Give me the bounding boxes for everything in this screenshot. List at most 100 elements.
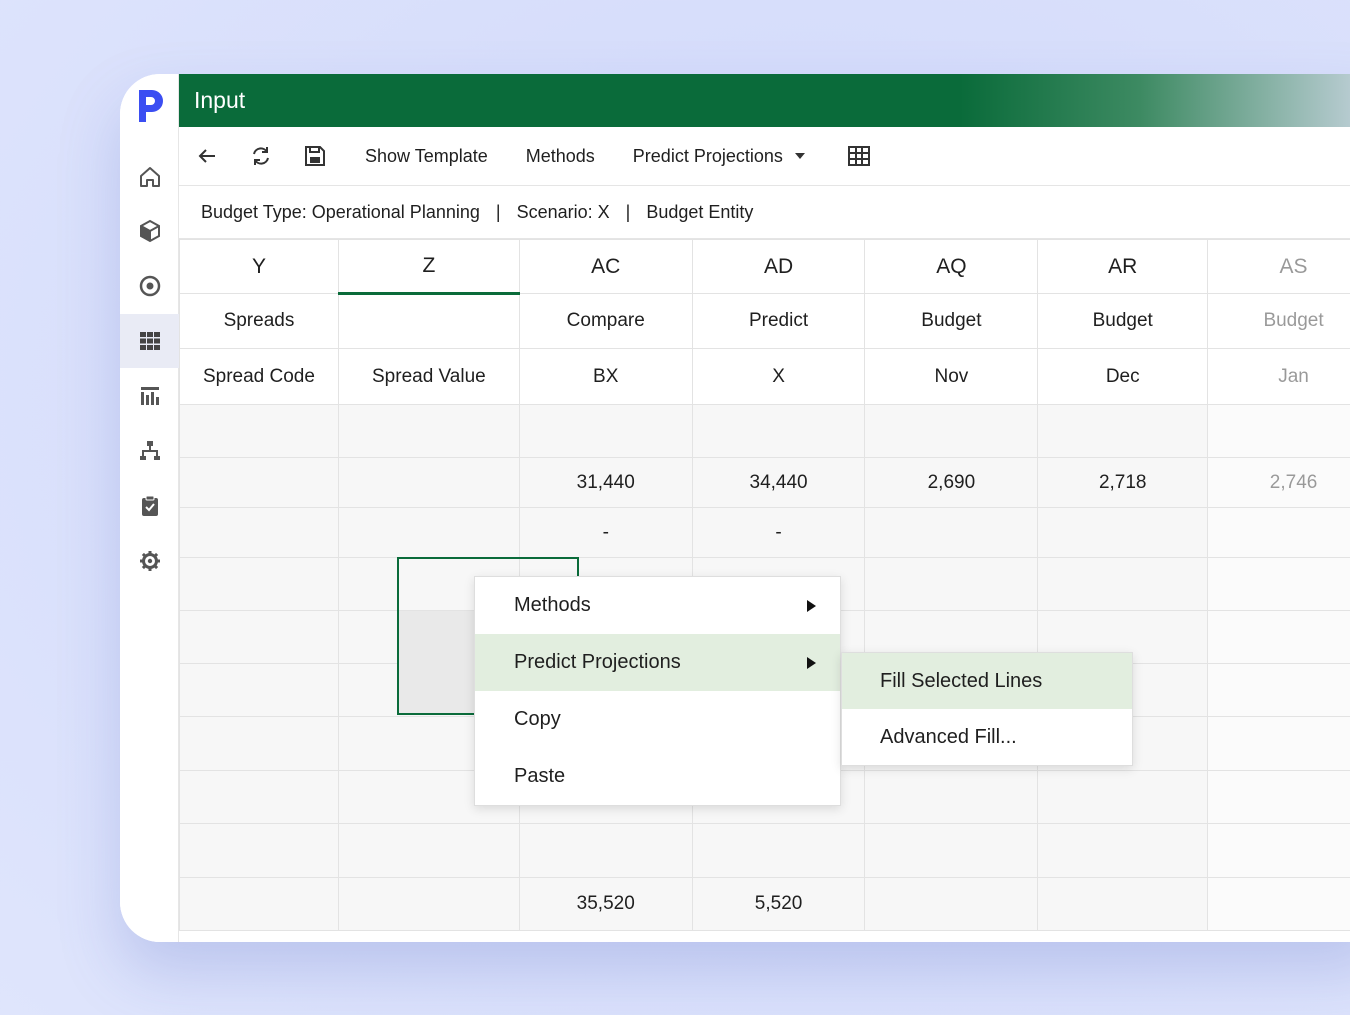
table-cell[interactable]: AC	[518, 239, 693, 294]
table-cell[interactable]: Predict	[691, 293, 866, 349]
table-cell[interactable]	[179, 404, 339, 458]
table-cell[interactable]	[337, 404, 520, 458]
table-cell[interactable]: 31,440	[518, 457, 693, 508]
table-cell[interactable]	[337, 877, 520, 931]
table-cell[interactable]: 2,746	[1207, 457, 1350, 508]
predict-projections-dropdown[interactable]: Predict Projections	[633, 146, 805, 167]
table-cell[interactable]	[864, 877, 1039, 931]
table-cell[interactable]	[1207, 770, 1350, 824]
table-cell[interactable]	[518, 823, 693, 878]
table-cell[interactable]: X	[691, 348, 866, 405]
table-cell[interactable]	[1037, 507, 1209, 558]
table-cell[interactable]: Jan	[1207, 348, 1350, 405]
table-cell[interactable]: Dec	[1037, 348, 1209, 405]
table-cell[interactable]	[1037, 770, 1209, 824]
table-cell[interactable]	[179, 507, 339, 558]
table-cell[interactable]: 35,520	[518, 877, 693, 931]
table-cell[interactable]: 2,718	[1037, 457, 1209, 508]
refresh-icon[interactable]	[249, 144, 273, 168]
table-cell[interactable]	[1207, 507, 1350, 558]
table-cell[interactable]	[864, 823, 1039, 878]
menu-item-predict-projections[interactable]: Predict Projections	[475, 634, 840, 691]
table-cell[interactable]	[864, 770, 1039, 824]
table-cell[interactable]: AQ	[864, 239, 1039, 294]
table-cell[interactable]: Budget	[1207, 293, 1350, 349]
table-cell[interactable]	[337, 507, 520, 558]
table-cell[interactable]	[1037, 557, 1209, 611]
menu-item-paste[interactable]: Paste	[475, 748, 840, 805]
table-cell[interactable]	[1207, 404, 1350, 458]
menu-item-label: Advanced Fill...	[880, 725, 1017, 748]
table-cell[interactable]	[1037, 877, 1209, 931]
table-cell[interactable]	[179, 457, 339, 508]
save-icon[interactable]	[303, 144, 327, 168]
table-cell[interactable]: AD	[691, 239, 866, 294]
table-cell[interactable]: Budget	[864, 293, 1039, 349]
report-icon[interactable]	[120, 369, 179, 423]
table-cell[interactable]: Nov	[864, 348, 1039, 405]
table-cell[interactable]	[1037, 823, 1209, 878]
table-row	[179, 823, 1350, 878]
table-cell[interactable]	[179, 716, 339, 771]
table-cell[interactable]	[1207, 610, 1350, 664]
table-cell[interactable]: Y	[179, 239, 339, 294]
menu-item-fill-selected-lines[interactable]: Fill Selected Lines	[842, 653, 1132, 709]
table-cell[interactable]	[518, 404, 693, 458]
table-cell[interactable]: -	[518, 507, 693, 558]
menu-item-methods[interactable]: Methods	[475, 577, 840, 634]
table-cell[interactable]	[864, 557, 1039, 611]
menu-item-label: Copy	[514, 708, 561, 730]
table-cell[interactable]	[691, 823, 866, 878]
table-cell[interactable]: Budget	[1037, 293, 1209, 349]
menu-item-label: Paste	[514, 765, 566, 787]
gear-icon[interactable]	[120, 534, 179, 588]
entity-label: Budget Entity	[646, 201, 754, 222]
table-cell[interactable]: Z	[337, 239, 520, 295]
cube-icon[interactable]	[120, 204, 179, 258]
table-cell[interactable]	[1207, 663, 1350, 717]
table-cell[interactable]	[179, 557, 339, 611]
table-cell[interactable]: 5,520	[691, 877, 866, 931]
table-cell[interactable]	[1207, 716, 1350, 771]
table-cell[interactable]	[864, 507, 1039, 558]
back-arrow-icon[interactable]	[195, 144, 219, 168]
table-cell[interactable]	[179, 610, 339, 664]
table-cell[interactable]	[1207, 557, 1350, 611]
menu-item-copy[interactable]: Copy	[475, 691, 840, 748]
home-icon[interactable]	[120, 150, 179, 204]
table-cell[interactable]: 34,440	[691, 457, 866, 508]
separator: |	[625, 201, 631, 222]
table-cell[interactable]	[179, 663, 339, 717]
table-cell[interactable]: -	[691, 507, 866, 558]
methods-button[interactable]: Methods	[526, 146, 595, 167]
table-icon[interactable]	[847, 144, 871, 168]
table-cell[interactable]: BX	[518, 348, 693, 405]
table-cell[interactable]: AR	[1037, 239, 1209, 294]
table-cell[interactable]	[1037, 404, 1209, 458]
table-cell[interactable]: 2,690	[864, 457, 1039, 508]
table-cell[interactable]	[864, 404, 1039, 458]
table-cell[interactable]	[179, 823, 339, 878]
target-icon[interactable]	[120, 259, 179, 313]
table-cell[interactable]: Spread Value	[337, 348, 520, 405]
menu-item-advanced-fill[interactable]: Advanced Fill...	[842, 709, 1132, 765]
table-cell[interactable]	[179, 770, 339, 824]
table-cell[interactable]	[1207, 877, 1350, 931]
menu-item-label: Predict Projections	[514, 651, 681, 673]
table-cell[interactable]	[337, 457, 520, 508]
predict-projections-label: Predict Projections	[632, 145, 783, 166]
table-cell[interactable]	[337, 293, 520, 349]
table-cell[interactable]: Compare	[518, 293, 693, 349]
table-cell[interactable]	[1207, 823, 1350, 878]
hierarchy-icon[interactable]	[120, 424, 179, 478]
grid-icon[interactable]	[120, 314, 179, 368]
clipboard-check-icon[interactable]	[120, 479, 179, 533]
table-cell[interactable]	[691, 404, 866, 458]
show-template-button[interactable]: Show Template	[365, 146, 488, 167]
menu-item-label: Methods	[514, 594, 591, 616]
table-cell[interactable]: AS	[1207, 239, 1350, 294]
table-cell[interactable]	[337, 823, 520, 878]
table-cell[interactable]	[179, 877, 339, 931]
table-cell[interactable]: Spread Code	[179, 348, 339, 405]
table-cell[interactable]: Spreads	[179, 293, 339, 349]
